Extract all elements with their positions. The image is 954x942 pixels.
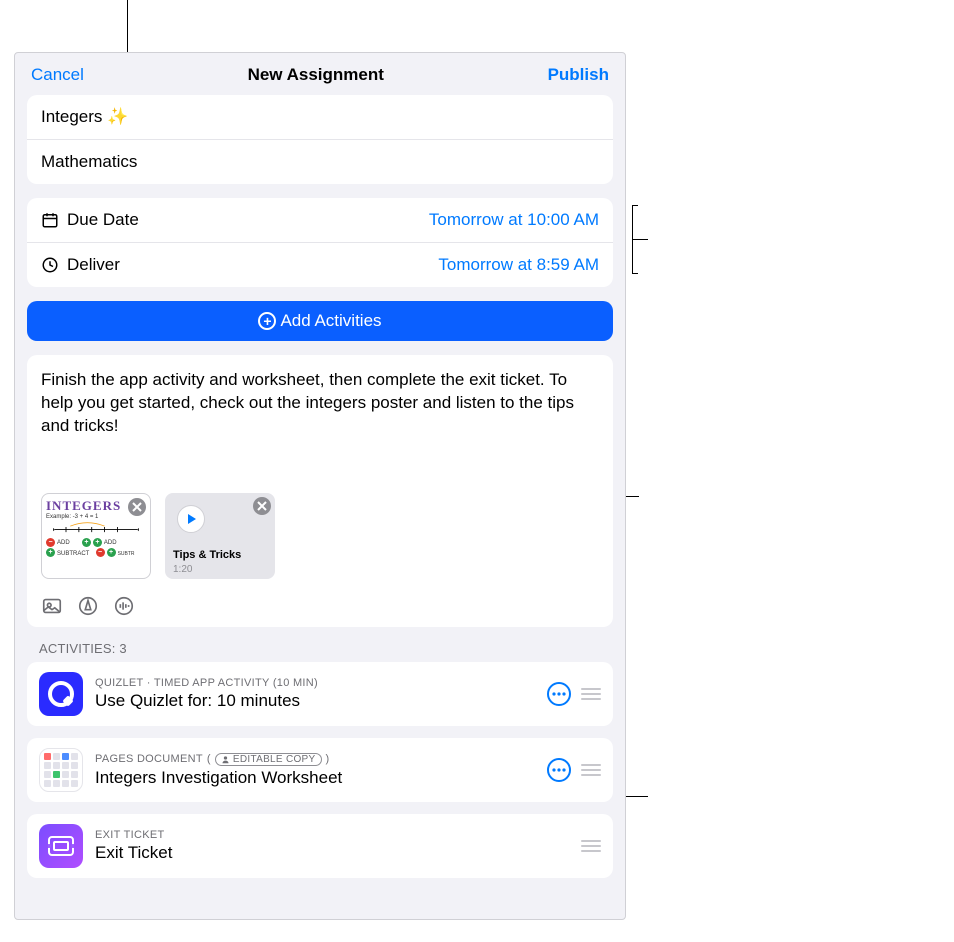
meta-open-paren: ( — [207, 753, 211, 765]
clock-icon — [41, 256, 59, 274]
calendar-icon — [41, 211, 59, 229]
attachment-poster[interactable]: INTEGERS Example: -3 + 4 = 1 −ADD ++ADD … — [41, 493, 151, 579]
attachments-row: INTEGERS Example: -3 + 4 = 1 −ADD ++ADD … — [41, 493, 599, 579]
page-title: New Assignment — [248, 65, 384, 85]
name-class-card: Integers ✨ Mathematics — [27, 95, 613, 184]
due-date-label: Due Date — [67, 210, 139, 230]
plus-circle-icon: + — [258, 312, 276, 330]
pages-document-icon — [39, 748, 83, 792]
exit-ticket-icon — [39, 824, 83, 868]
due-date-value[interactable]: Tomorrow at 10:00 AM — [429, 210, 599, 230]
add-audio-icon[interactable] — [113, 595, 135, 617]
meta-close-paren: ) — [326, 753, 330, 765]
add-photo-icon[interactable] — [41, 595, 63, 617]
due-date-row[interactable]: Due Date Tomorrow at 10:00 AM — [27, 198, 613, 243]
callout-bracket — [632, 239, 648, 240]
attachment-title: Tips & Tricks — [173, 549, 241, 561]
attachment-duration: 1:20 — [173, 564, 192, 575]
instructions-text[interactable]: Finish the app activity and worksheet, t… — [41, 369, 599, 489]
deliver-value[interactable]: Tomorrow at 8:59 AM — [438, 255, 599, 275]
class-field[interactable]: Mathematics — [27, 140, 613, 184]
instructions-card: Finish the app activity and worksheet, t… — [27, 355, 613, 627]
assignment-name-field[interactable]: Integers ✨ — [27, 95, 613, 140]
new-assignment-sheet: Cancel New Assignment Publish Integers ✨… — [14, 52, 626, 920]
nav-bar: Cancel New Assignment Publish — [15, 53, 625, 95]
activity-title: Exit Ticket — [95, 843, 569, 863]
drag-handle-icon[interactable] — [581, 688, 601, 700]
activities-header: ACTIVITIES: 3 — [39, 641, 601, 656]
add-activities-label: Add Activities — [280, 311, 381, 331]
activity-row: EXIT TICKET Exit Ticket — [27, 814, 613, 878]
activity-more-button[interactable] — [547, 682, 571, 706]
activity-title: Integers Investigation Worksheet — [95, 768, 535, 788]
attachment-audio[interactable]: Tips & Tricks 1:20 — [165, 493, 275, 579]
activity-meta: QUIZLET · TIMED APP ACTIVITY (10 MIN) — [95, 677, 535, 689]
callout-bracket — [632, 273, 638, 274]
quizlet-icon — [39, 672, 83, 716]
activity-title: Use Quizlet for: 10 minutes — [95, 691, 535, 711]
add-drawing-icon[interactable] — [77, 595, 99, 617]
publish-button[interactable]: Publish — [548, 65, 609, 85]
activity-more-button[interactable] — [547, 758, 571, 782]
drag-handle-icon[interactable] — [581, 840, 601, 852]
activity-meta: PAGES DOCUMENT ( EDITABLE COPY ) — [95, 753, 535, 766]
activity-row: PAGES DOCUMENT ( EDITABLE COPY ) Integer… — [27, 738, 613, 802]
remove-attachment-button[interactable] — [128, 498, 146, 516]
activity-row: QUIZLET · TIMED APP ACTIVITY (10 MIN) Us… — [27, 662, 613, 726]
schedule-card: Due Date Tomorrow at 10:00 AM Deliver To… — [27, 198, 613, 287]
play-icon[interactable] — [177, 505, 205, 533]
deliver-row[interactable]: Deliver Tomorrow at 8:59 AM — [27, 243, 613, 287]
add-activities-button[interactable]: + Add Activities — [27, 301, 613, 341]
callout-bracket — [632, 205, 638, 206]
editable-copy-badge: EDITABLE COPY — [215, 753, 322, 766]
media-toolbar — [41, 595, 599, 617]
drag-handle-icon[interactable] — [581, 764, 601, 776]
activity-meta: EXIT TICKET — [95, 829, 569, 841]
poster-example: Example: -3 + 4 = 1 — [46, 514, 146, 521]
deliver-label: Deliver — [67, 255, 120, 275]
cancel-button[interactable]: Cancel — [31, 65, 84, 85]
assignment-name-value: Integers ✨ — [41, 107, 128, 127]
class-value: Mathematics — [41, 152, 137, 172]
remove-attachment-button[interactable] — [253, 497, 271, 515]
